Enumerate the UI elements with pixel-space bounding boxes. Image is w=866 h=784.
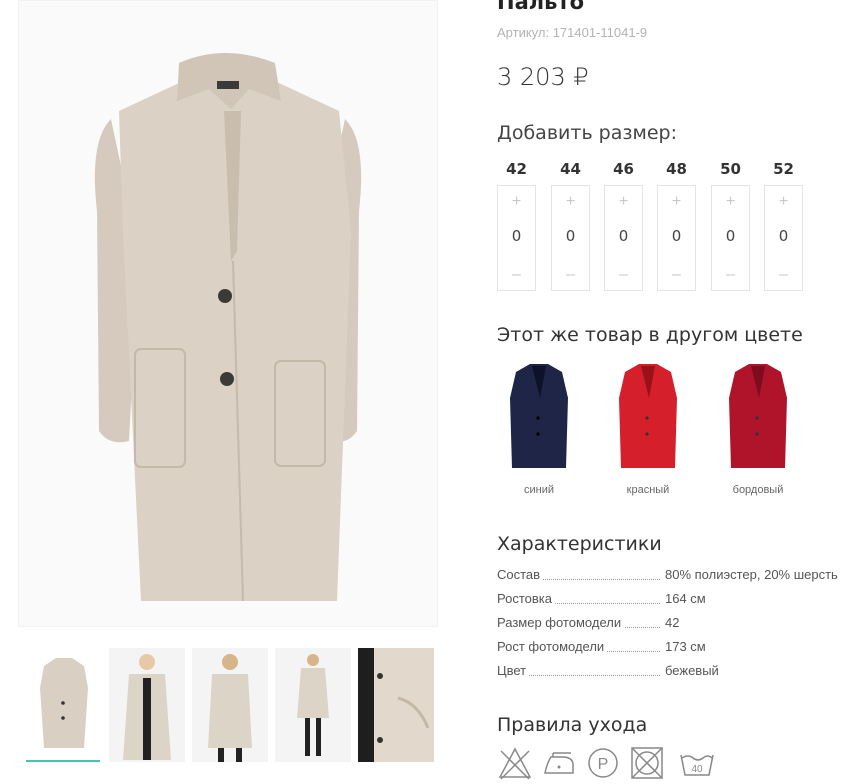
quantity-stepper: + 0 – [764,185,803,291]
quantity-value[interactable]: 0 [765,227,802,245]
thumbnail-model-back-image [192,648,268,762]
thumbnail-2[interactable] [109,648,185,762]
size-option: 50 + 0 – [711,158,750,291]
thumbnail-coat-image [26,648,102,762]
svg-text:P: P [598,756,609,773]
spec-value: 173 см [665,639,706,654]
size-label: 44 [560,160,581,178]
color-name: бордовый [732,484,784,496]
active-thumbnail-indicator [26,760,100,762]
spec-value: 164 см [665,591,706,606]
thumbnail-4[interactable] [275,648,351,762]
quantity-value[interactable]: 0 [605,227,642,245]
spec-value: 80% полиэстер, 20% шерсть [665,567,838,582]
coat-thumbnail-image [510,364,568,468]
spec-row: Рост фотомодели 173 см [497,639,857,657]
spec-value: 42 [665,615,680,630]
spec-value: бежевый [665,663,719,678]
coat-illustration [94,53,362,602]
spec-row: Цвет бежевый [497,663,857,681]
thumbnail-detail-image [358,648,434,762]
color-name: синий [523,484,554,496]
add-size-heading: Добавить размер: [497,122,677,144]
decrease-button[interactable]: – [712,266,749,284]
sku-value: 171401-11041-9 [552,25,648,40]
size-option: 44 + 0 – [551,158,590,291]
coat-thumbnail-image [619,364,677,468]
thumbnail-model-full-image [275,648,351,762]
decrease-button[interactable]: – [605,266,642,284]
spec-key: Рост фотомодели [497,639,608,654]
decrease-button[interactable]: – [552,266,589,284]
quantity-value[interactable]: 0 [498,227,535,245]
sku-label: Артикул: [497,25,550,40]
wash-temp: 40 [691,764,703,775]
decrease-button[interactable]: – [658,266,695,284]
spec-row: Ростовка 164 см [497,591,857,609]
increase-button[interactable]: + [658,193,695,211]
iron-low-icon [544,752,574,774]
spec-key: Цвет [497,663,530,678]
color-option-burgundy[interactable]: бордовый [713,358,803,503]
quantity-stepper: + 0 – [604,185,643,291]
wash-40-icon: 40 [680,754,714,776]
main-product-photo[interactable] [18,0,438,627]
quantity-value[interactable]: 0 [658,227,695,245]
no-bleach-icon [498,747,532,780]
color-option-red[interactable]: красный [603,358,693,503]
increase-button[interactable]: + [712,193,749,211]
coat-thumbnail-image [729,364,787,468]
thumbnail-3[interactable] [192,648,268,762]
product-price: 3 203 ₽ [497,63,589,91]
spec-key: Размер фотомодели [497,615,625,630]
size-option: 46 + 0 – [604,158,643,291]
spec-row: Состав 80% полиэстер, 20% шерсть [497,567,857,585]
size-label: 52 [773,160,794,178]
decrease-button[interactable]: – [498,266,535,284]
quantity-value[interactable]: 0 [552,227,589,245]
quantity-stepper: + 0 – [497,185,536,291]
spec-key: Ростовка [497,591,555,606]
quantity-value[interactable]: 0 [712,227,749,245]
color-option-blue[interactable]: синий [494,358,584,503]
quantity-stepper: + 0 – [657,185,696,291]
thumbnail-model-front-image [109,648,185,762]
size-option: 42 + 0 – [497,158,536,291]
size-option: 48 + 0 – [657,158,696,291]
color-name: красный [626,484,670,496]
size-label: 50 [720,160,741,178]
spec-key: Состав [497,567,544,582]
size-option: 52 + 0 – [764,158,803,291]
quantity-stepper: + 0 – [551,185,590,291]
size-label: 46 [613,160,634,178]
thumbnail-strip [26,648,438,766]
specs-heading: Характеристики [497,533,662,555]
care-heading: Правила ухода [497,714,648,736]
spec-row: Размер фотомодели 42 [497,615,857,633]
increase-button[interactable]: + [552,193,589,211]
quantity-stepper: + 0 – [711,185,750,291]
product-title: Пальто [497,0,585,14]
product-sku: Артикул: 171401-11041-9 [497,25,647,40]
size-steppers: 42 + 0 – 44 + 0 – 46 + 0 – 48 + 0 – 50 +… [497,158,837,292]
other-colors-heading: Этот же товар в другом цвете [497,324,803,346]
dry-clean-p-icon: P [588,748,618,778]
increase-button[interactable]: + [498,193,535,211]
thumbnail-5[interactable] [358,648,434,762]
increase-button[interactable]: + [605,193,642,211]
decrease-button[interactable]: – [765,266,802,284]
size-label: 42 [506,160,527,178]
size-label: 48 [666,160,687,178]
no-tumble-dry-icon [631,747,663,779]
thumbnail-1[interactable] [26,648,102,762]
increase-button[interactable]: + [765,193,802,211]
